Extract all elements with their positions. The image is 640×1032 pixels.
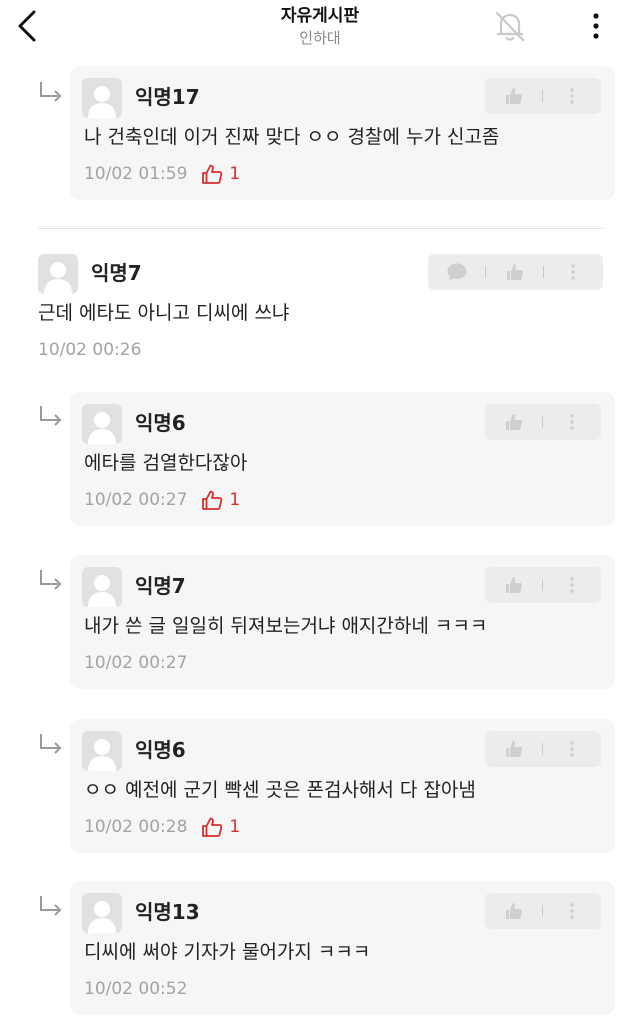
comment-actions	[485, 404, 601, 440]
vote-indicator: 1	[201, 489, 240, 511]
thumbs-up-icon	[505, 414, 522, 430]
parent-comment: 익명7 근데 에타도 아니고 디씨에 쓰냐 10/02 00:26	[0, 240, 640, 370]
comment-text: 디씨에 써야 기자가 물어가지 ㅋㅋㅋ	[84, 941, 371, 963]
comment-meta: 10/02 00:27 1	[84, 489, 240, 511]
comment-time: 10/02 00:27	[84, 490, 188, 510]
comment-menu-button[interactable]	[543, 893, 601, 929]
comment-time: 10/02 01:59	[84, 164, 188, 184]
more-vertical-icon	[570, 903, 574, 919]
comment-menu-button[interactable]	[543, 78, 601, 114]
reply-comment: 익명17 나 건축인데 이거 진짜 맞다 ㅇㅇ 경찰에 누가 신고좀 10/02…	[70, 66, 615, 200]
comment-time: 10/02 00:26	[38, 340, 142, 360]
vote-count: 1	[229, 164, 241, 184]
thumbs-up-icon	[505, 903, 522, 919]
vote-count: 1	[229, 817, 241, 837]
comment-menu-button[interactable]	[544, 254, 602, 290]
comment-author: 익명7	[91, 261, 142, 285]
reply-comment: 익명7 내가 쓴 글 일일히 뒤져보는거냐 애지간하네 ㅋㅋㅋ 10/02 00…	[70, 555, 615, 689]
like-button[interactable]	[485, 567, 542, 603]
avatar	[82, 731, 122, 771]
reply-button[interactable]	[428, 254, 485, 290]
comment-meta: 10/02 00:27	[84, 652, 187, 674]
thumbs-up-outline-icon	[202, 817, 223, 837]
comment-author: 익명6	[135, 738, 186, 762]
like-button[interactable]	[485, 78, 542, 114]
comment-time: 10/02 00:27	[84, 653, 188, 673]
comment-time: 10/02 00:28	[84, 817, 188, 837]
avatar	[82, 567, 122, 607]
more-vertical-icon	[593, 13, 599, 39]
comment-time: 10/02 00:52	[84, 979, 188, 999]
reply-arrow-icon	[40, 570, 62, 590]
reply-comment: 익명6 ㅇㅇ 예전에 군기 빡센 곳은 폰검사해서 다 잡아냄 10/02 00…	[70, 719, 615, 853]
comment-divider	[38, 228, 603, 229]
comment-actions	[485, 567, 601, 603]
reply-arrow-icon	[40, 734, 62, 754]
comment-actions	[428, 254, 603, 290]
like-button[interactable]	[485, 731, 542, 767]
top-bar: 자유게시판 인하대	[0, 0, 640, 56]
comment-author: 익명17	[135, 85, 200, 109]
avatar	[82, 78, 122, 118]
comment-author: 익명7	[135, 574, 186, 598]
more-vertical-icon	[570, 414, 574, 430]
more-vertical-icon	[570, 88, 574, 104]
comment-actions	[485, 893, 601, 929]
reply-arrow-icon	[40, 406, 62, 426]
reply-comment: 익명13 디씨에 써야 기자가 물어가지 ㅋㅋㅋ 10/02 00:52	[70, 881, 615, 1015]
avatar	[82, 404, 122, 444]
comment-text: ㅇㅇ 예전에 군기 빡센 곳은 폰검사해서 다 잡아냄	[84, 779, 476, 801]
thumbs-up-icon	[505, 741, 522, 757]
comment-text: 근데 에타도 아니고 디씨에 쓰냐	[38, 302, 290, 324]
reply-arrow-icon	[40, 82, 62, 102]
vote-count: 1	[229, 490, 241, 510]
thumbs-up-outline-icon	[202, 164, 223, 184]
like-button[interactable]	[485, 404, 542, 440]
thumbs-up-icon	[505, 577, 522, 593]
comment-icon	[447, 263, 466, 281]
like-button[interactable]	[486, 254, 543, 290]
reply-comment: 익명6 에타를 검열한다잖아 10/02 00:27 1	[70, 392, 615, 526]
comment-author: 익명13	[135, 900, 200, 924]
board-title: 자유게시판	[280, 6, 360, 26]
comment-text: 나 건축인데 이거 진짜 맞다 ㅇㅇ 경찰에 누가 신고좀	[84, 126, 500, 148]
more-vertical-icon	[570, 577, 574, 593]
vote-indicator: 1	[201, 816, 240, 838]
avatar	[82, 893, 122, 933]
comment-meta: 10/02 01:59 1	[84, 163, 240, 185]
comment-menu-button[interactable]	[543, 404, 601, 440]
notification-toggle-button[interactable]	[490, 6, 530, 46]
comment-menu-button[interactable]	[543, 731, 601, 767]
comment-actions	[485, 731, 601, 767]
comment-menu-button[interactable]	[543, 567, 601, 603]
more-options-button[interactable]	[584, 8, 608, 44]
thumbs-up-outline-icon	[202, 490, 223, 510]
vote-indicator: 1	[201, 163, 240, 185]
school-name: 인하대	[299, 29, 341, 47]
more-vertical-icon	[571, 264, 575, 280]
board-title-group: 자유게시판 인하대	[0, 6, 640, 48]
reply-arrow-icon	[40, 896, 62, 916]
thumbs-up-icon	[505, 88, 522, 104]
comment-actions	[485, 78, 601, 114]
more-vertical-icon	[570, 741, 574, 757]
avatar	[38, 254, 78, 294]
comment-meta: 10/02 00:28 1	[84, 816, 240, 838]
comment-text: 에타를 검열한다잖아	[84, 452, 248, 474]
thumbs-up-icon	[506, 264, 523, 280]
comment-meta: 10/02 00:52	[84, 978, 187, 1000]
comment-text: 내가 쓴 글 일일히 뒤져보는거냐 애지간하네 ㅋㅋㅋ	[84, 615, 488, 637]
comment-meta: 10/02 00:26	[38, 339, 141, 361]
comment-author: 익명6	[135, 411, 186, 435]
like-button[interactable]	[485, 893, 542, 929]
bell-off-icon	[495, 11, 525, 42]
